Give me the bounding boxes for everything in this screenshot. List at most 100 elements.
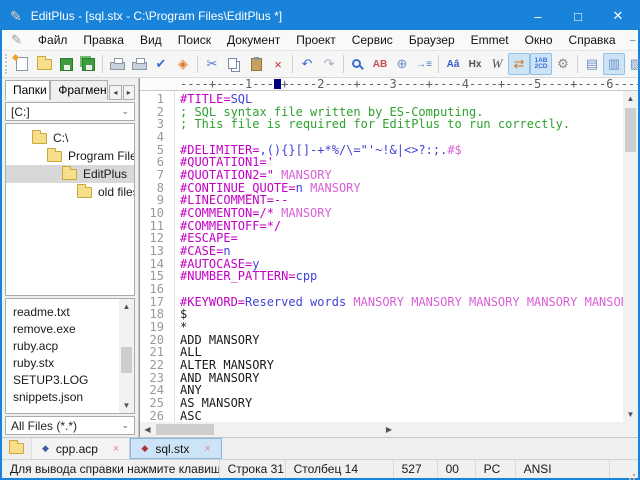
editor-vertical-scrollbar[interactable]: ▲ ▼ xyxy=(623,91,638,422)
document-pencil-icon: ✎ xyxy=(11,32,22,48)
word-count-button[interactable]: W xyxy=(486,53,508,75)
cliptext-window-button[interactable]: ▧ xyxy=(625,53,640,75)
doc-tab-cpp-acp[interactable]: ◆cpp.acp× xyxy=(32,438,130,459)
document-list-button[interactable]: ▤ xyxy=(581,53,603,75)
scroll-up-icon[interactable]: ▲ xyxy=(119,299,134,314)
copy-button[interactable] xyxy=(223,53,245,75)
menu-item-1[interactable]: Файл xyxy=(30,31,76,49)
tab-scroll-right-button[interactable]: ▸ xyxy=(123,85,135,100)
tab-scroll-left-button[interactable]: ◂ xyxy=(109,85,121,100)
new-file-button[interactable] xyxy=(11,53,33,75)
file-item-remove-exe[interactable]: remove.exe xyxy=(6,320,119,337)
menu-item-5[interactable]: Документ xyxy=(219,31,288,49)
browser-button[interactable]: ⊕ xyxy=(391,53,413,75)
find-button[interactable] xyxy=(347,53,369,75)
maximize-button[interactable]: □ xyxy=(558,2,598,30)
menu-item-3[interactable]: Вид xyxy=(132,31,170,49)
file-list-scrollbar[interactable]: ▲ ▼ xyxy=(119,299,134,413)
tree-item-old-files[interactable]: old files xyxy=(6,183,134,201)
menu-item-4[interactable]: Поиск xyxy=(170,31,219,49)
resize-grip[interactable] xyxy=(626,466,637,478)
menu-item-10[interactable]: Окно xyxy=(517,31,561,49)
app-icon: ✎ xyxy=(10,8,22,25)
delete-button[interactable]: × xyxy=(267,53,289,75)
tree-item-editplus[interactable]: EditPlus xyxy=(6,165,134,183)
status-column: Столбец 14 xyxy=(286,460,394,478)
tab-cliptext[interactable]: Фрагмен xyxy=(50,80,108,100)
file-item-ruby-stx[interactable]: ruby.stx xyxy=(6,354,119,371)
paste-button[interactable] xyxy=(245,53,267,75)
line-numbers-button[interactable]: 1AB 2CD xyxy=(530,53,552,75)
menu-item-2[interactable]: Правка xyxy=(75,31,132,49)
scrollbar-thumb[interactable] xyxy=(156,424,214,435)
menu-bar: ✎ ФайлПравкаВидПоискДокументПроектСервис… xyxy=(2,30,638,50)
tree-item-c[interactable]: C:\ xyxy=(6,129,134,147)
font-button[interactable]: Aâ xyxy=(442,53,464,75)
menu-item-9[interactable]: Emmet xyxy=(463,31,517,49)
scroll-right-icon[interactable]: ▶ xyxy=(382,422,397,437)
code-text xyxy=(170,283,180,296)
print-preview-button[interactable] xyxy=(106,53,128,75)
goto-line-button[interactable]: →≡ xyxy=(413,53,435,75)
mdi-minimize-button[interactable]: – xyxy=(624,35,640,46)
redo-button[interactable]: ↷ xyxy=(318,53,340,75)
tab-indent-button[interactable]: ⇄ xyxy=(508,53,530,75)
file-filter-select[interactable]: All Files (*.*) ⌄ xyxy=(5,416,135,435)
directory-window-button[interactable]: ▥ xyxy=(603,53,625,75)
tree-item-program-files[interactable]: Program Files xyxy=(6,147,134,165)
html-bar-icon: ◈ xyxy=(178,56,188,72)
drive-select[interactable]: [C:] ⌄ xyxy=(5,102,135,121)
spell-check-button[interactable]: ✔ xyxy=(150,53,172,75)
document-tabs: ◆cpp.acp×◆sql.stx× xyxy=(32,438,222,459)
file-item-snippets-json[interactable]: snippets.json xyxy=(6,388,119,405)
open-file-button[interactable] xyxy=(33,53,55,75)
scrollbar-thumb[interactable] xyxy=(625,108,636,152)
toolbar-separator xyxy=(438,55,439,73)
close-button[interactable]: ✕ xyxy=(598,2,638,30)
main-area: Папки Фрагмен ◂ ▸ [C:] ⌄ C:\Program File… xyxy=(2,78,638,437)
file-item-readme-txt[interactable]: readme.txt xyxy=(6,303,119,320)
scroll-down-icon[interactable]: ▼ xyxy=(119,398,134,413)
new-tab-folder-button[interactable] xyxy=(2,438,32,459)
scroll-left-icon[interactable]: ◀ xyxy=(140,422,155,437)
code-line-15: 15#NUMBER_PATTERN=cpp xyxy=(140,270,623,283)
tab-close-icon[interactable]: × xyxy=(204,443,210,455)
html-bar-button[interactable]: ◈ xyxy=(172,53,194,75)
editor-horizontal-scrollbar[interactable]: ◀ ▶ xyxy=(140,422,638,437)
code-segment xyxy=(303,181,310,195)
hex-viewer-button[interactable]: Hx xyxy=(464,53,486,75)
line-number: 8 xyxy=(140,182,170,195)
save-button[interactable] xyxy=(55,53,77,75)
ruler-cursor-marker xyxy=(274,79,281,89)
line-number: 26 xyxy=(140,410,170,422)
scrollbar-thumb[interactable] xyxy=(121,347,132,373)
scroll-up-icon[interactable]: ▲ xyxy=(623,91,638,106)
replace-button[interactable]: AB xyxy=(369,53,391,75)
code-area[interactable]: 1#TITLE=SQL2; SQL syntax file written by… xyxy=(140,91,623,422)
print-button[interactable] xyxy=(128,53,150,75)
file-item-setup3-log[interactable]: SETUP3.LOG xyxy=(6,371,119,388)
minimize-button[interactable]: – xyxy=(518,2,558,30)
open-file-icon xyxy=(37,59,52,70)
menu-item-7[interactable]: Сервис xyxy=(344,31,401,49)
save-all-icon xyxy=(82,58,95,71)
file-item-ruby-acp[interactable]: ruby.acp xyxy=(6,337,119,354)
code-line-18: 18$ xyxy=(140,308,623,321)
toolbar-grip[interactable] xyxy=(5,54,7,74)
save-all-button[interactable] xyxy=(77,53,99,75)
tab-close-icon[interactable]: × xyxy=(113,443,119,455)
menu-item-11[interactable]: Справка xyxy=(561,31,624,49)
code-line-17: 17#KEYWORD=Reserved words MANSORY MANSOR… xyxy=(140,296,623,309)
cut-button[interactable]: ✂ xyxy=(201,53,223,75)
paste-icon xyxy=(251,58,262,71)
doc-tab-sql-stx[interactable]: ◆sql.stx× xyxy=(130,438,221,459)
menu-item-8[interactable]: Браузер xyxy=(401,31,463,49)
scroll-down-icon[interactable]: ▼ xyxy=(623,407,638,422)
editor-pane: ----+----1----+----2----+----3----+----4… xyxy=(139,78,638,437)
tab-folders[interactable]: Папки xyxy=(5,80,50,100)
goto-line-icon: →≡ xyxy=(416,59,432,70)
preferences-button[interactable]: ⚙ xyxy=(552,53,574,75)
undo-button[interactable]: ↶ xyxy=(296,53,318,75)
menu-item-6[interactable]: Проект xyxy=(288,31,344,49)
hex-viewer-icon: Hx xyxy=(469,59,482,70)
